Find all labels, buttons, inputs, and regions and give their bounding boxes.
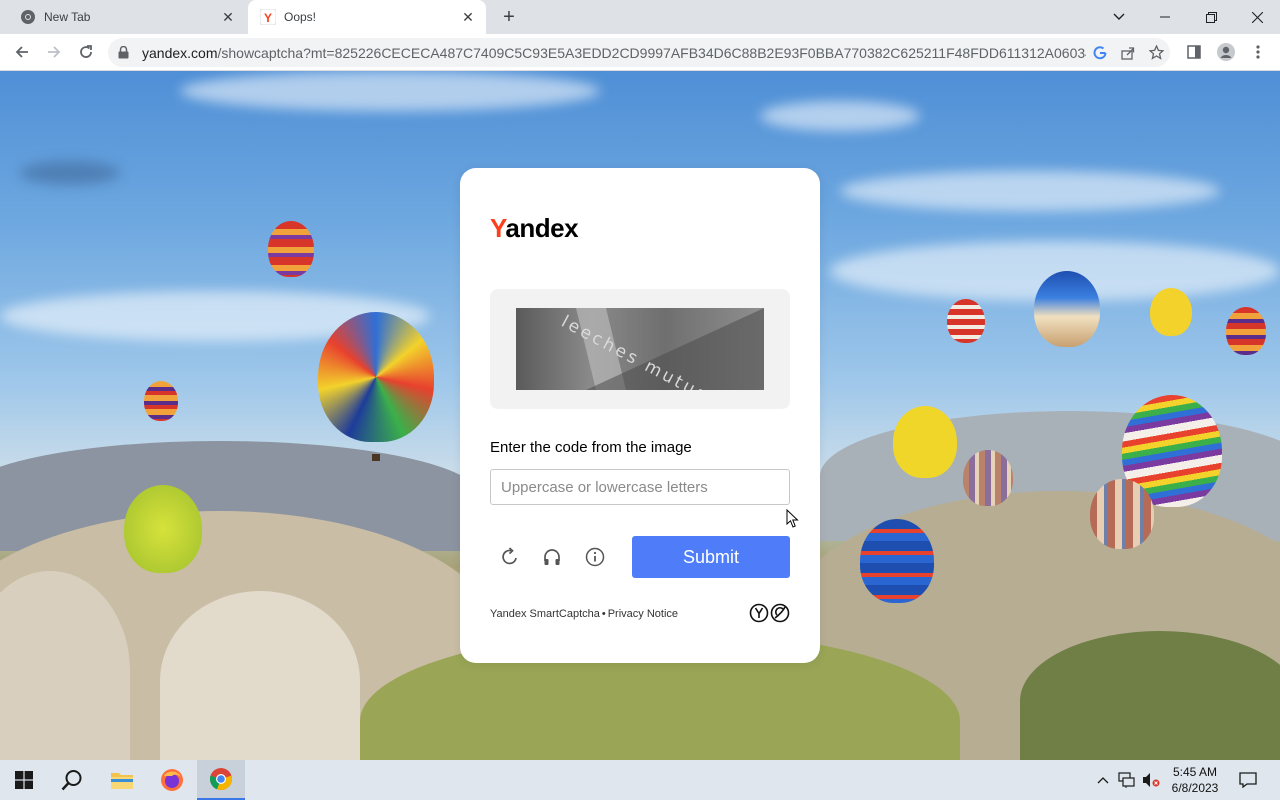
footer-separator: • — [601, 608, 606, 620]
yandex-favicon: Y — [260, 9, 276, 25]
back-arrow-icon[interactable] — [8, 38, 36, 66]
lock-icon[interactable] — [118, 46, 132, 59]
cloud — [20, 161, 120, 185]
url-host: yandex.com — [142, 44, 218, 61]
hot-air-balloon — [1090, 479, 1154, 549]
forward-arrow-icon[interactable] — [40, 38, 68, 66]
url-text[interactable]: yandex.com/showcaptcha?mt=825226CECECA48… — [142, 45, 1086, 61]
chrome-taskbar-icon[interactable] — [197, 760, 245, 800]
hot-air-balloon — [124, 485, 202, 573]
firefox-icon[interactable] — [148, 760, 196, 800]
close-window-button[interactable] — [1234, 0, 1280, 34]
hot-air-balloon — [144, 381, 178, 421]
share-icon[interactable] — [1114, 39, 1142, 67]
hot-air-balloon — [963, 450, 1013, 506]
hot-air-balloon — [860, 519, 934, 603]
new-tab-button[interactable]: + — [498, 6, 520, 28]
privacy-notice-link[interactable]: Privacy Notice — [608, 608, 678, 620]
file-explorer-icon[interactable] — [98, 760, 146, 800]
notifications-icon[interactable] — [1234, 760, 1262, 800]
tab-new-tab[interactable]: New Tab ✕ — [8, 0, 246, 34]
bookmark-star-icon[interactable] — [1142, 39, 1170, 67]
hot-air-balloon — [1226, 307, 1266, 355]
hot-air-balloon — [268, 221, 314, 277]
refresh-captcha-icon[interactable] — [498, 545, 522, 569]
smartcaptcha-badge-icon — [749, 603, 791, 623]
smartcaptcha-brand-link[interactable]: Yandex SmartCaptcha — [490, 608, 600, 620]
captcha-footer: Yandex SmartCaptcha • Privacy Notice — [490, 608, 678, 620]
mouse-cursor-icon — [786, 508, 800, 529]
chrome-icon — [20, 9, 36, 25]
restore-button[interactable] — [1188, 0, 1234, 34]
browser-toolbar: yandex.com/showcaptcha?mt=825226CECECA48… — [0, 34, 1280, 71]
tab-oops[interactable]: Y Oops! ✕ — [248, 0, 486, 34]
captcha-frame: leeches mutually — [490, 289, 790, 409]
captcha-card: Yandex leeches mutually Enter the code — [460, 168, 820, 663]
svg-text:Y: Y — [264, 11, 272, 25]
clock-time: 5:45 AM — [1172, 765, 1218, 779]
hot-air-balloon — [318, 312, 434, 442]
windows-start-icon[interactable] — [0, 760, 48, 800]
balloon-basket — [372, 454, 380, 461]
captcha-image: leeches mutually — [516, 308, 764, 390]
yandex-logo: Yandex — [490, 213, 579, 243]
google-translate-icon[interactable] — [1086, 39, 1114, 67]
search-icon[interactable] — [48, 760, 96, 800]
cloud — [180, 71, 600, 111]
captcha-code-input[interactable] — [490, 469, 790, 505]
profile-avatar-icon[interactable] — [1212, 38, 1240, 66]
close-tab-icon[interactable]: ✕ — [458, 7, 478, 27]
tab-title: Oops! — [284, 10, 317, 24]
submit-button[interactable]: Submit — [632, 536, 790, 578]
hot-air-balloon — [1034, 271, 1100, 347]
more-menu-icon[interactable] — [1244, 38, 1272, 66]
system-clock[interactable]: 5:45 AM 6/8/2023 — [1162, 764, 1228, 796]
captcha-prompt: Enter the code from the image — [490, 439, 692, 456]
hot-air-balloon — [947, 299, 985, 343]
side-panel-icon[interactable] — [1180, 38, 1208, 66]
windows-taskbar: 5:45 AM 6/8/2023 — [0, 760, 1280, 800]
cloud — [760, 101, 920, 131]
show-hidden-icons-chevron-icon[interactable] — [1094, 760, 1112, 800]
minimize-button[interactable] — [1142, 0, 1188, 34]
hot-air-balloon — [1150, 288, 1192, 336]
clock-date: 6/8/2023 — [1171, 781, 1219, 795]
reload-icon[interactable] — [72, 38, 100, 66]
address-bar[interactable]: yandex.com/showcaptcha?mt=825226CECECA48… — [108, 38, 1170, 67]
hot-air-balloon — [893, 406, 957, 478]
audio-captcha-headphones-icon[interactable] — [540, 545, 564, 569]
url-path: /showcaptcha?mt=825226CECECA487C7409C5C9… — [217, 44, 1086, 61]
network-icon[interactable] — [1116, 760, 1138, 800]
tab-search-icon[interactable] — [1096, 0, 1142, 34]
cloud — [840, 171, 1220, 211]
close-tab-icon[interactable]: ✕ — [218, 7, 238, 27]
rock-formation — [160, 591, 360, 760]
tab-title: New Tab — [44, 10, 91, 24]
info-icon[interactable] — [583, 545, 607, 569]
tab-strip: New Tab ✕ Y Oops! ✕ + — [0, 0, 1280, 34]
volume-muted-icon[interactable] — [1140, 760, 1162, 800]
